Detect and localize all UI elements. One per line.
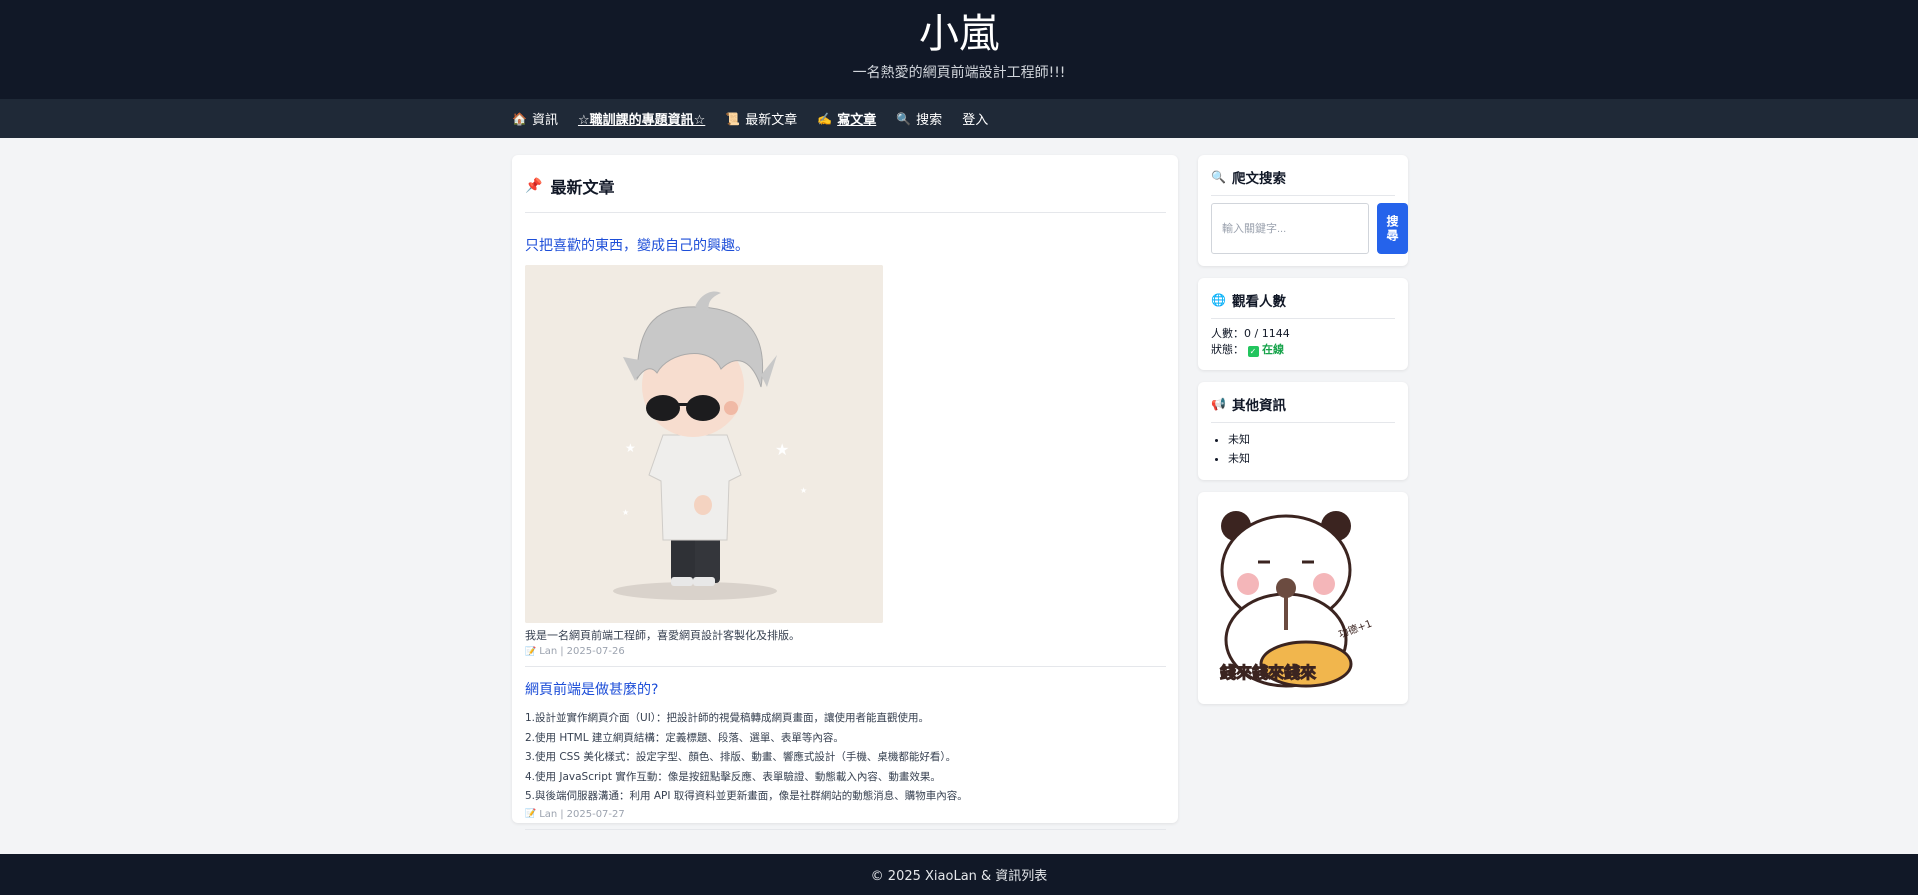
panda-sticker-image: 功德+1 錢來錢來錢來 — [1220, 511, 1374, 688]
sidebar: 🔍 爬文搜索 搜尋 🌐 觀看人數 人數：0 / 1144 狀態： ✓ 在線 — [1198, 155, 1408, 716]
svg-text:★: ★ — [625, 441, 636, 455]
nav-label: 最新文章 — [745, 113, 798, 128]
scroll-icon: 📜 — [725, 111, 741, 126]
article-item: 只把喜歡的東西，變成自己的興趣。 ★ ★ ★ ★ 我是一名網頁前端工程師，喜愛網… — [525, 213, 1166, 667]
article-image: ★ ★ ★ ★ — [525, 265, 883, 623]
latest-articles-heading: 📌 最新文章 — [525, 169, 1166, 213]
search-icon: 🔍 — [896, 111, 912, 126]
viewer-count-value: 0 / 1144 — [1244, 327, 1290, 340]
nav-label: 資訊 — [531, 113, 558, 128]
other-info-card: 📢 其他資訊 未知 未知 — [1198, 382, 1408, 480]
nav-item-login[interactable]: 登入 — [962, 109, 988, 128]
main-nav: 🏠 資訊 ☆職訓課的專題資訊☆ 📜 最新文章 ✍️ 寫文章 🔍 搜索 登入 — [0, 99, 1918, 138]
viewers-card: 🌐 觀看人數 人數：0 / 1144 狀態： ✓ 在線 — [1198, 278, 1408, 370]
pushpin-icon: 📌 — [525, 178, 543, 194]
status-label: 狀態： — [1211, 343, 1244, 356]
heading-text: 最新文章 — [550, 178, 615, 197]
article-author: Lan — [539, 808, 558, 820]
article-date: 2025-07-27 — [566, 808, 625, 820]
svg-text:★: ★ — [800, 486, 807, 495]
nav-label: 登入 — [962, 113, 989, 128]
svg-text:★: ★ — [775, 440, 789, 459]
writing-hand-icon: ✍️ — [817, 111, 833, 126]
nav-label: ☆職訓課的專題資訊☆ — [577, 113, 706, 128]
pencil-memo-icon: 📝 — [525, 646, 537, 657]
pencil-memo-icon: 📝 — [525, 809, 537, 819]
check-icon: ✓ — [1247, 346, 1259, 357]
article-meta: 📝 Lan | 2025-07-26 — [525, 646, 1166, 657]
nav-item-info[interactable]: 🏠 資訊 — [512, 109, 558, 129]
article-author: Lan — [539, 646, 558, 657]
nav-item-project[interactable]: ☆職訓課的專題資訊☆ — [578, 109, 705, 128]
list-item: 未知 — [1228, 449, 1395, 468]
heading-text: 觀看人數 — [1231, 294, 1286, 310]
nav-item-write[interactable]: ✍️ 寫文章 — [817, 109, 877, 129]
status-line: 狀態： ✓ 在線 — [1211, 342, 1395, 358]
site-title: 小嵐 — [919, 11, 999, 57]
footer-text: © 2025 XiaoLan & 資訊列表 — [870, 869, 1048, 884]
nav-label: 寫文章 — [837, 113, 877, 128]
search-heading: 🔍 爬文搜索 — [1211, 167, 1395, 196]
status-value: 在線 — [1262, 343, 1284, 356]
heading-text: 爬文搜索 — [1231, 171, 1286, 187]
site-subtitle: 一名熱愛的網頁前端設計工程師!!! — [852, 65, 1066, 81]
meta-separator: | — [560, 646, 564, 657]
svg-text:錢來錢來錢來: 錢來錢來錢來 — [1220, 663, 1316, 682]
megaphone-icon: 📢 — [1211, 397, 1226, 411]
nav-item-search[interactable]: 🔍 搜索 — [896, 109, 943, 129]
article-line: 1.設計並實作網頁介面（UI）：把設計師的視覺稿轉成網頁畫面，讓使用者能直觀使用… — [525, 712, 930, 724]
search-input[interactable] — [1211, 203, 1369, 254]
other-info-list: 未知 未知 — [1211, 430, 1395, 468]
nav-label: 搜索 — [916, 113, 943, 128]
meta-separator: | — [560, 808, 564, 820]
search-button[interactable]: 搜尋 — [1377, 203, 1408, 254]
other-info-heading: 📢 其他資訊 — [1211, 394, 1395, 423]
article-title-link[interactable]: 網頁前端是做甚麼的? — [525, 679, 658, 699]
list-item: 未知 — [1228, 430, 1395, 449]
site-footer: © 2025 XiaoLan & 資訊列表 — [0, 854, 1918, 895]
latest-articles-card: 📌 最新文章 只把喜歡的東西，變成自己的興趣。 ★ ★ ★ ★ 我是一名網頁前端… — [512, 155, 1178, 830]
nav-item-latest[interactable]: 📜 最新文章 — [725, 109, 798, 129]
search-card: 🔍 爬文搜索 搜尋 — [1198, 155, 1408, 266]
svg-text:★: ★ — [622, 508, 629, 517]
article-meta: 📝 Lan | 2025-07-27 — [525, 809, 1166, 820]
article-title-link[interactable]: 只把喜歡的東西，變成自己的興趣。 — [525, 235, 749, 255]
article-line: 3.使用 CSS 美化樣式：設定字型、顏色、排版、動畫、響應式設計（手機、桌機都… — [525, 751, 957, 763]
heading-text: 其他資訊 — [1231, 398, 1286, 414]
article-date: 2025-07-26 — [566, 646, 625, 657]
article-body: 1.設計並實作網頁介面（UI）：把設計師的視覺稿轉成網頁畫面，讓使用者能直觀使用… — [525, 709, 1166, 807]
article-line: 5.與後端伺服器溝通：利用 API 取得資料並更新畫面，像是社群網站的動態消息、… — [525, 790, 968, 802]
viewer-count-line: 人數：0 / 1144 — [1211, 326, 1395, 342]
article-line: 4.使用 JavaScript 實作互動：像是按鈕點擊反應、表單驗證、動態載入內… — [525, 770, 941, 783]
site-header: 小嵐 一名熱愛的網頁前端設計工程師!!! — [0, 0, 1918, 99]
globe-icon: 🌐 — [1211, 293, 1226, 307]
article-excerpt: 我是一名網頁前端工程師，喜愛網頁設計客製化及排版。 — [525, 629, 800, 642]
chibi-illustration: ★ ★ ★ ★ — [525, 265, 883, 623]
article-line: 2.使用 HTML 建立網頁結構：定義標題、段落、選單、表單等內容。 — [525, 731, 844, 744]
article-item: 網頁前端是做甚麼的? 1.設計並實作網頁介面（UI）：把設計師的視覺稿轉成網頁畫… — [525, 667, 1166, 830]
viewers-heading: 🌐 觀看人數 — [1211, 290, 1395, 319]
search-icon: 🔍 — [1211, 170, 1226, 184]
search-row: 搜尋 — [1211, 203, 1408, 254]
house-icon: 🏠 — [512, 111, 527, 126]
viewer-count-label: 人數： — [1211, 327, 1244, 340]
panda-sticker-card: 功德+1 錢來錢來錢來 — [1198, 492, 1408, 704]
